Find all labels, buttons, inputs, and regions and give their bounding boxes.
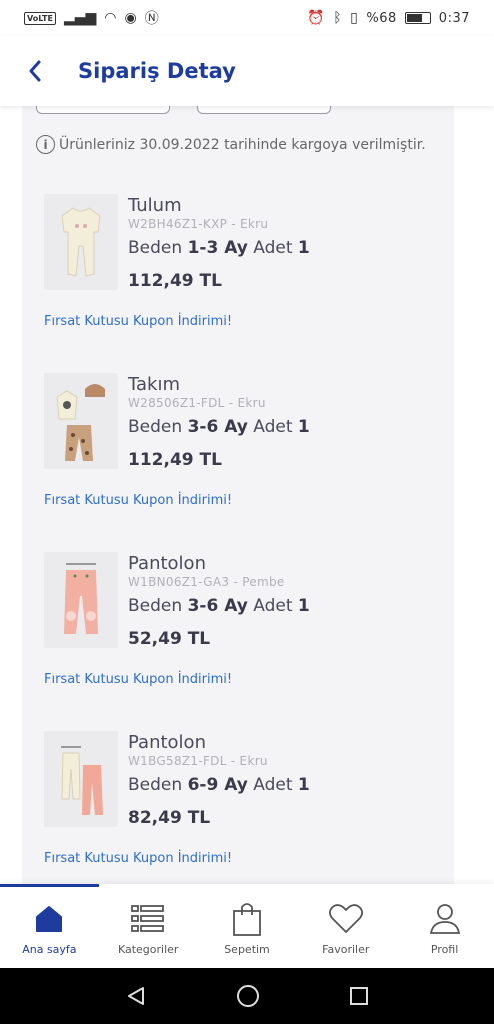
eye-icon: ◉ bbox=[124, 10, 137, 26]
nav-label: Favoriler bbox=[322, 943, 370, 956]
home-icon bbox=[29, 900, 69, 938]
recents-square-icon[interactable] bbox=[349, 986, 369, 1006]
vibrate-icon: ▯ bbox=[350, 10, 359, 26]
size-value: 6-9 Ay bbox=[187, 775, 248, 795]
profile-icon bbox=[425, 900, 465, 938]
product-price: 82,49 TL bbox=[128, 808, 211, 828]
heart-icon bbox=[326, 900, 366, 938]
onesie-image bbox=[61, 207, 101, 277]
page-title: Sipariş Detay bbox=[78, 59, 236, 83]
order-item[interactable]: Tulum W2BH46Z1-KXP - Ekru Beden 1-3 Ay A… bbox=[44, 194, 454, 354]
order-detail-content: i Ürünleriniz 30.09.2022 tarihinde kargo… bbox=[0, 106, 494, 884]
size-value: 3-6 Ay bbox=[187, 417, 248, 437]
qty-label: Adet bbox=[253, 238, 293, 258]
back-triangle-icon[interactable] bbox=[125, 985, 147, 1007]
product-name: Pantolon bbox=[128, 553, 206, 574]
bottom-navigation: Ana sayfa Kategoriler Sepetim Favoriler … bbox=[0, 884, 494, 968]
nav-label: Ana sayfa bbox=[22, 943, 77, 956]
product-price: 112,49 TL bbox=[128, 450, 222, 470]
nav-favorites[interactable]: Favoriler bbox=[296, 884, 395, 968]
signal-icon: ▂▄▆ bbox=[63, 10, 97, 26]
qty-value: 1 bbox=[297, 596, 310, 616]
alarm-icon: ⏰ bbox=[307, 10, 326, 26]
battery-percent: %68 bbox=[366, 10, 397, 26]
chevron-left-icon bbox=[29, 60, 41, 82]
nav-label: Sepetim bbox=[224, 943, 270, 956]
size-label: Beden bbox=[128, 775, 183, 795]
nav-label: Kategoriler bbox=[117, 943, 179, 956]
product-sku: W28506Z1-FDL - Ekru bbox=[128, 396, 266, 410]
shipping-info-text: Ürünleriniz 30.09.2022 tarihinde kargoya… bbox=[59, 136, 426, 153]
coupon-link[interactable]: Fırsat Kutusu Kupon İndirimi! bbox=[44, 314, 232, 329]
clock: 0:37 bbox=[438, 10, 470, 26]
action-button-left[interactable] bbox=[36, 106, 170, 114]
size-value: 1-3 Ay bbox=[187, 238, 248, 258]
product-name: Tulum bbox=[128, 195, 182, 216]
qty-label: Adet bbox=[253, 775, 293, 795]
order-item[interactable]: Takım W28506Z1-FDL - Ekru Beden 3-6 Ay A… bbox=[44, 373, 454, 533]
size-value: 3-6 Ay bbox=[187, 596, 248, 616]
size-label: Beden bbox=[128, 238, 183, 258]
home-circle-icon[interactable] bbox=[236, 984, 260, 1008]
bag-icon bbox=[227, 900, 267, 938]
qty-label: Adet bbox=[253, 596, 293, 616]
order-panel: i Ürünleriniz 30.09.2022 tarihinde kargo… bbox=[22, 106, 454, 884]
outfit-set-image bbox=[56, 384, 105, 461]
product-name: Takım bbox=[128, 374, 181, 395]
product-size-qty: Beden 3-6 Ay Adet 1 bbox=[128, 596, 310, 616]
product-image bbox=[44, 731, 118, 827]
product-size-qty: Beden 1-3 Ay Adet 1 bbox=[128, 238, 310, 258]
nav-categories[interactable]: Kategoriler bbox=[99, 884, 198, 968]
wifi-icon: ◠ bbox=[104, 10, 117, 26]
product-price: 52,49 TL bbox=[128, 629, 211, 649]
product-image bbox=[44, 552, 118, 648]
system-navigation-bar bbox=[0, 968, 494, 1024]
qty-label: Adet bbox=[253, 417, 293, 437]
nav-home[interactable]: Ana sayfa bbox=[0, 884, 99, 968]
product-size-qty: Beden 3-6 Ay Adet 1 bbox=[128, 417, 310, 437]
nav-label: Profil bbox=[430, 943, 459, 956]
coupon-link[interactable]: Fırsat Kutusu Kupon İndirimi! bbox=[44, 672, 232, 687]
product-size-qty: Beden 6-9 Ay Adet 1 bbox=[128, 775, 310, 795]
product-name: Pantolon bbox=[128, 732, 206, 753]
bluetooth-icon: ᛒ bbox=[333, 10, 343, 26]
active-tab-indicator bbox=[0, 884, 99, 887]
nfc-icon: Ⓝ bbox=[144, 11, 159, 27]
size-label: Beden bbox=[128, 417, 183, 437]
pants-pink-image bbox=[64, 563, 98, 634]
back-button[interactable] bbox=[0, 36, 70, 106]
volte-indicator: VoLTE bbox=[24, 11, 56, 25]
order-item[interactable]: Pantolon W1BN06Z1-GA3 - Pembe Beden 3-6 … bbox=[44, 552, 454, 712]
product-sku: W1BG58Z1-FDL - Ekru bbox=[128, 754, 268, 768]
nav-profile[interactable]: Profil bbox=[395, 884, 494, 968]
action-button-right[interactable] bbox=[197, 106, 331, 114]
app-header: Sipariş Detay bbox=[0, 36, 494, 106]
coupon-link[interactable]: Fırsat Kutusu Kupon İndirimi! bbox=[44, 493, 232, 508]
product-sku: W1BN06Z1-GA3 - Pembe bbox=[128, 575, 285, 589]
status-bar: VoLTE ▂▄▆ ◠ ◉ Ⓝ ⏰ ᛒ ▯ %68 0:37 bbox=[0, 0, 494, 36]
battery-icon bbox=[404, 12, 431, 24]
product-price: 112,49 TL bbox=[128, 271, 222, 291]
qty-value: 1 bbox=[297, 775, 310, 795]
product-sku: W2BH46Z1-KXP - Ekru bbox=[128, 217, 269, 231]
categories-icon bbox=[128, 900, 168, 938]
shipping-info: i Ürünleriniz 30.09.2022 tarihinde kargo… bbox=[36, 135, 426, 154]
info-icon: i bbox=[36, 135, 55, 154]
nav-cart[interactable]: Sepetim bbox=[198, 884, 297, 968]
product-image bbox=[44, 194, 118, 290]
size-label: Beden bbox=[128, 596, 183, 616]
coupon-link[interactable]: Fırsat Kutusu Kupon İndirimi! bbox=[44, 851, 232, 866]
qty-value: 1 bbox=[297, 417, 310, 437]
pants-pair-image bbox=[61, 746, 103, 815]
qty-value: 1 bbox=[297, 238, 310, 258]
order-item[interactable]: Pantolon W1BG58Z1-FDL - Ekru Beden 6-9 A… bbox=[44, 731, 454, 884]
product-image bbox=[44, 373, 118, 469]
